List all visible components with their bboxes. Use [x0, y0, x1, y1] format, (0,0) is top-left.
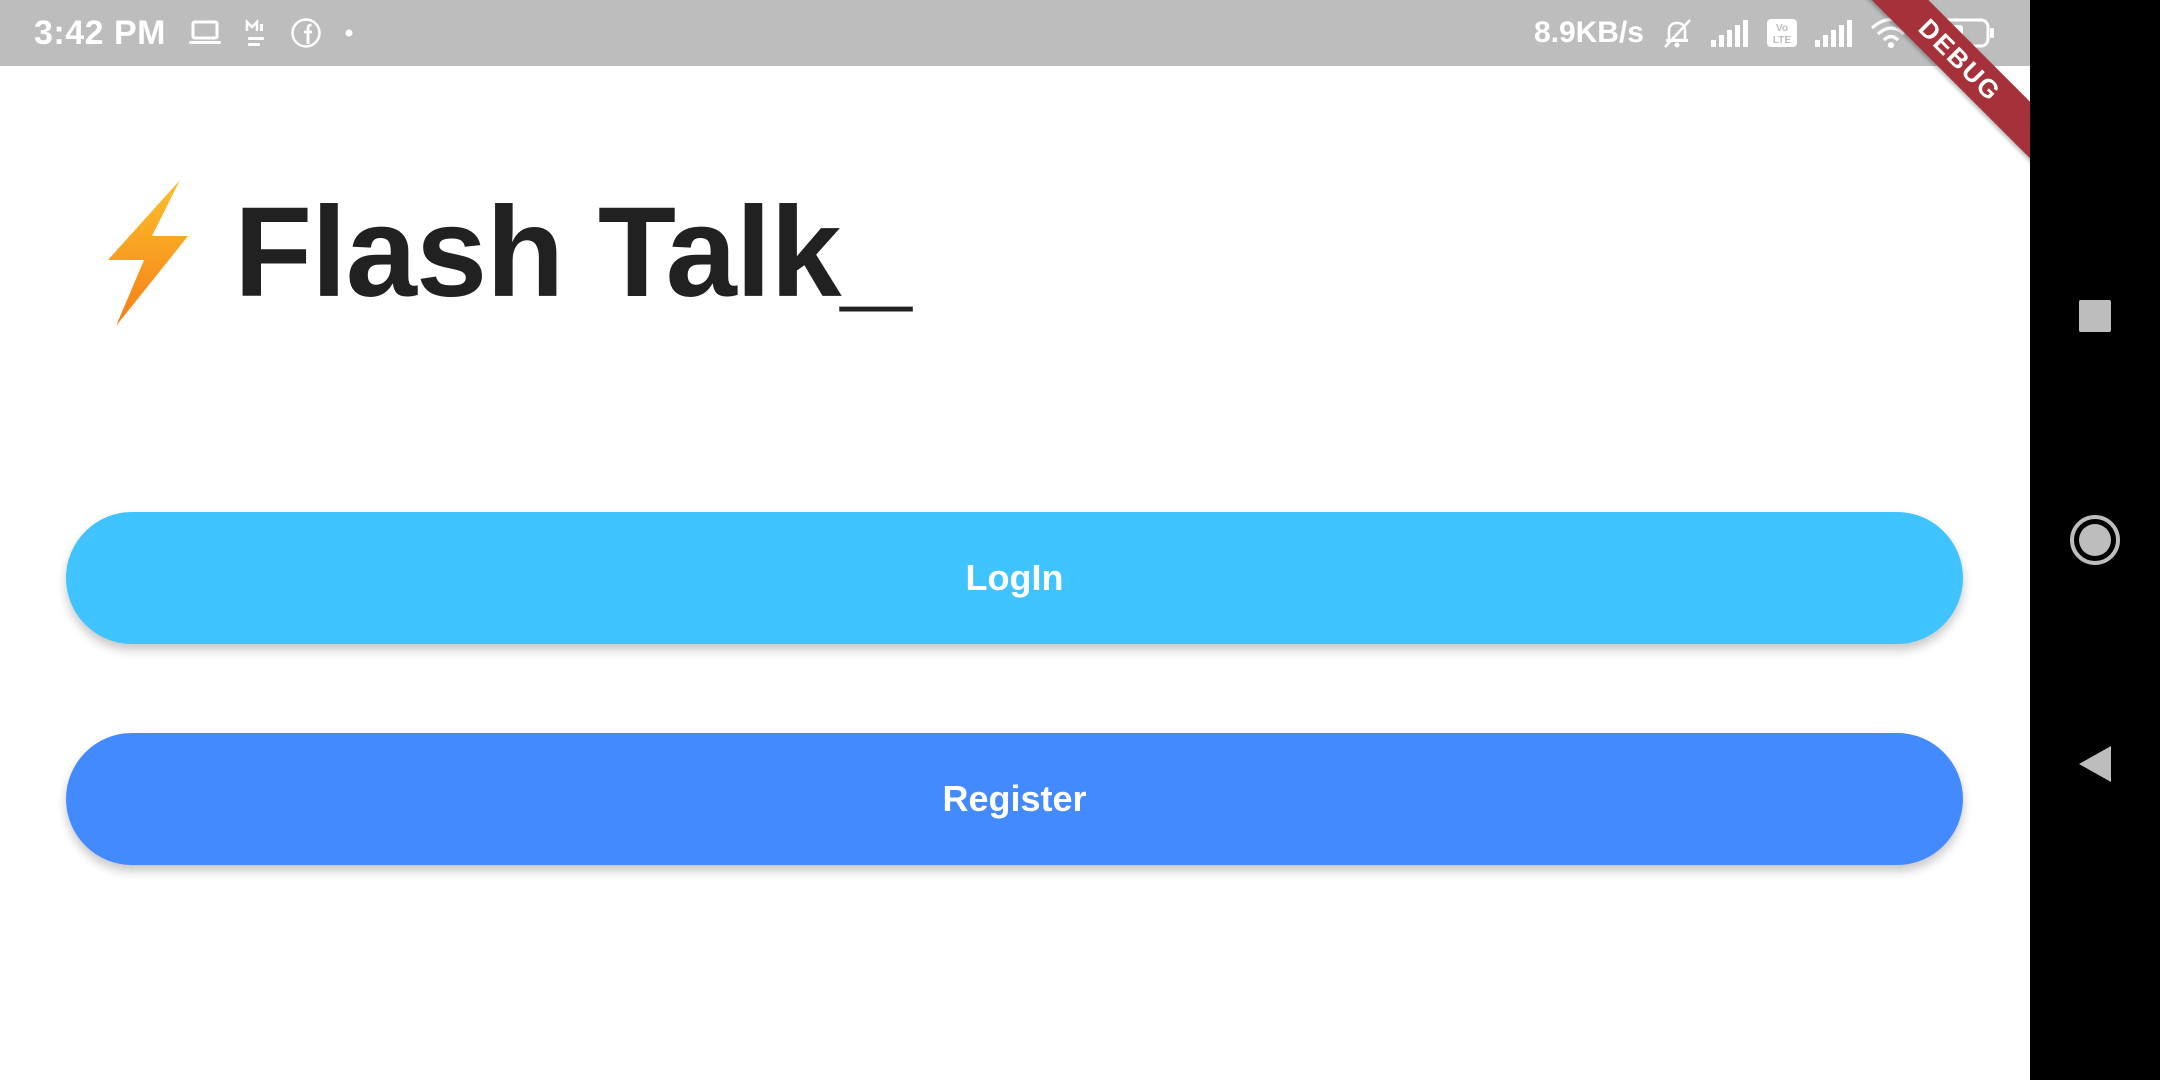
app-screen: 3:42 PM 8.9KB/s Vo LTE DEBUG Flash Talk_…	[0, 0, 2030, 1080]
signal-icon	[1814, 18, 1854, 48]
svg-text:Vo: Vo	[1776, 23, 1788, 34]
svg-text:LTE: LTE	[1773, 35, 1791, 46]
lightning-bolt-icon	[108, 180, 188, 326]
back-button[interactable]	[2030, 709, 2160, 819]
mi-pay-icon	[244, 18, 268, 48]
register-button-label: Register	[942, 778, 1087, 819]
signal-icon	[1710, 18, 1750, 48]
status-bar: 3:42 PM 8.9KB/s Vo LTE	[0, 0, 2030, 66]
system-nav-bar	[2030, 0, 2160, 1080]
app-title: Flash Talk_	[234, 181, 912, 324]
network-speed: 8.9KB/s	[1533, 16, 1644, 49]
back-triangle-icon	[2079, 746, 2111, 782]
volte-icon: Vo LTE	[1766, 18, 1798, 48]
mute-bell-icon	[1660, 16, 1694, 50]
login-button[interactable]: LogIn	[66, 512, 1963, 644]
status-time: 3:42 PM	[34, 13, 166, 52]
dot-icon	[344, 28, 354, 38]
status-bar-left: 3:42 PM	[34, 0, 354, 66]
login-button-label: LogIn	[965, 557, 1064, 598]
facebook-icon	[290, 17, 322, 49]
laptop-icon	[188, 19, 222, 47]
home-circle-icon	[2070, 515, 2120, 565]
home-button[interactable]	[2030, 485, 2160, 595]
register-button[interactable]: Register	[66, 733, 1963, 865]
recents-square-icon	[2079, 300, 2111, 332]
app-header: Flash Talk_	[108, 178, 912, 328]
recents-button[interactable]	[2030, 261, 2160, 371]
